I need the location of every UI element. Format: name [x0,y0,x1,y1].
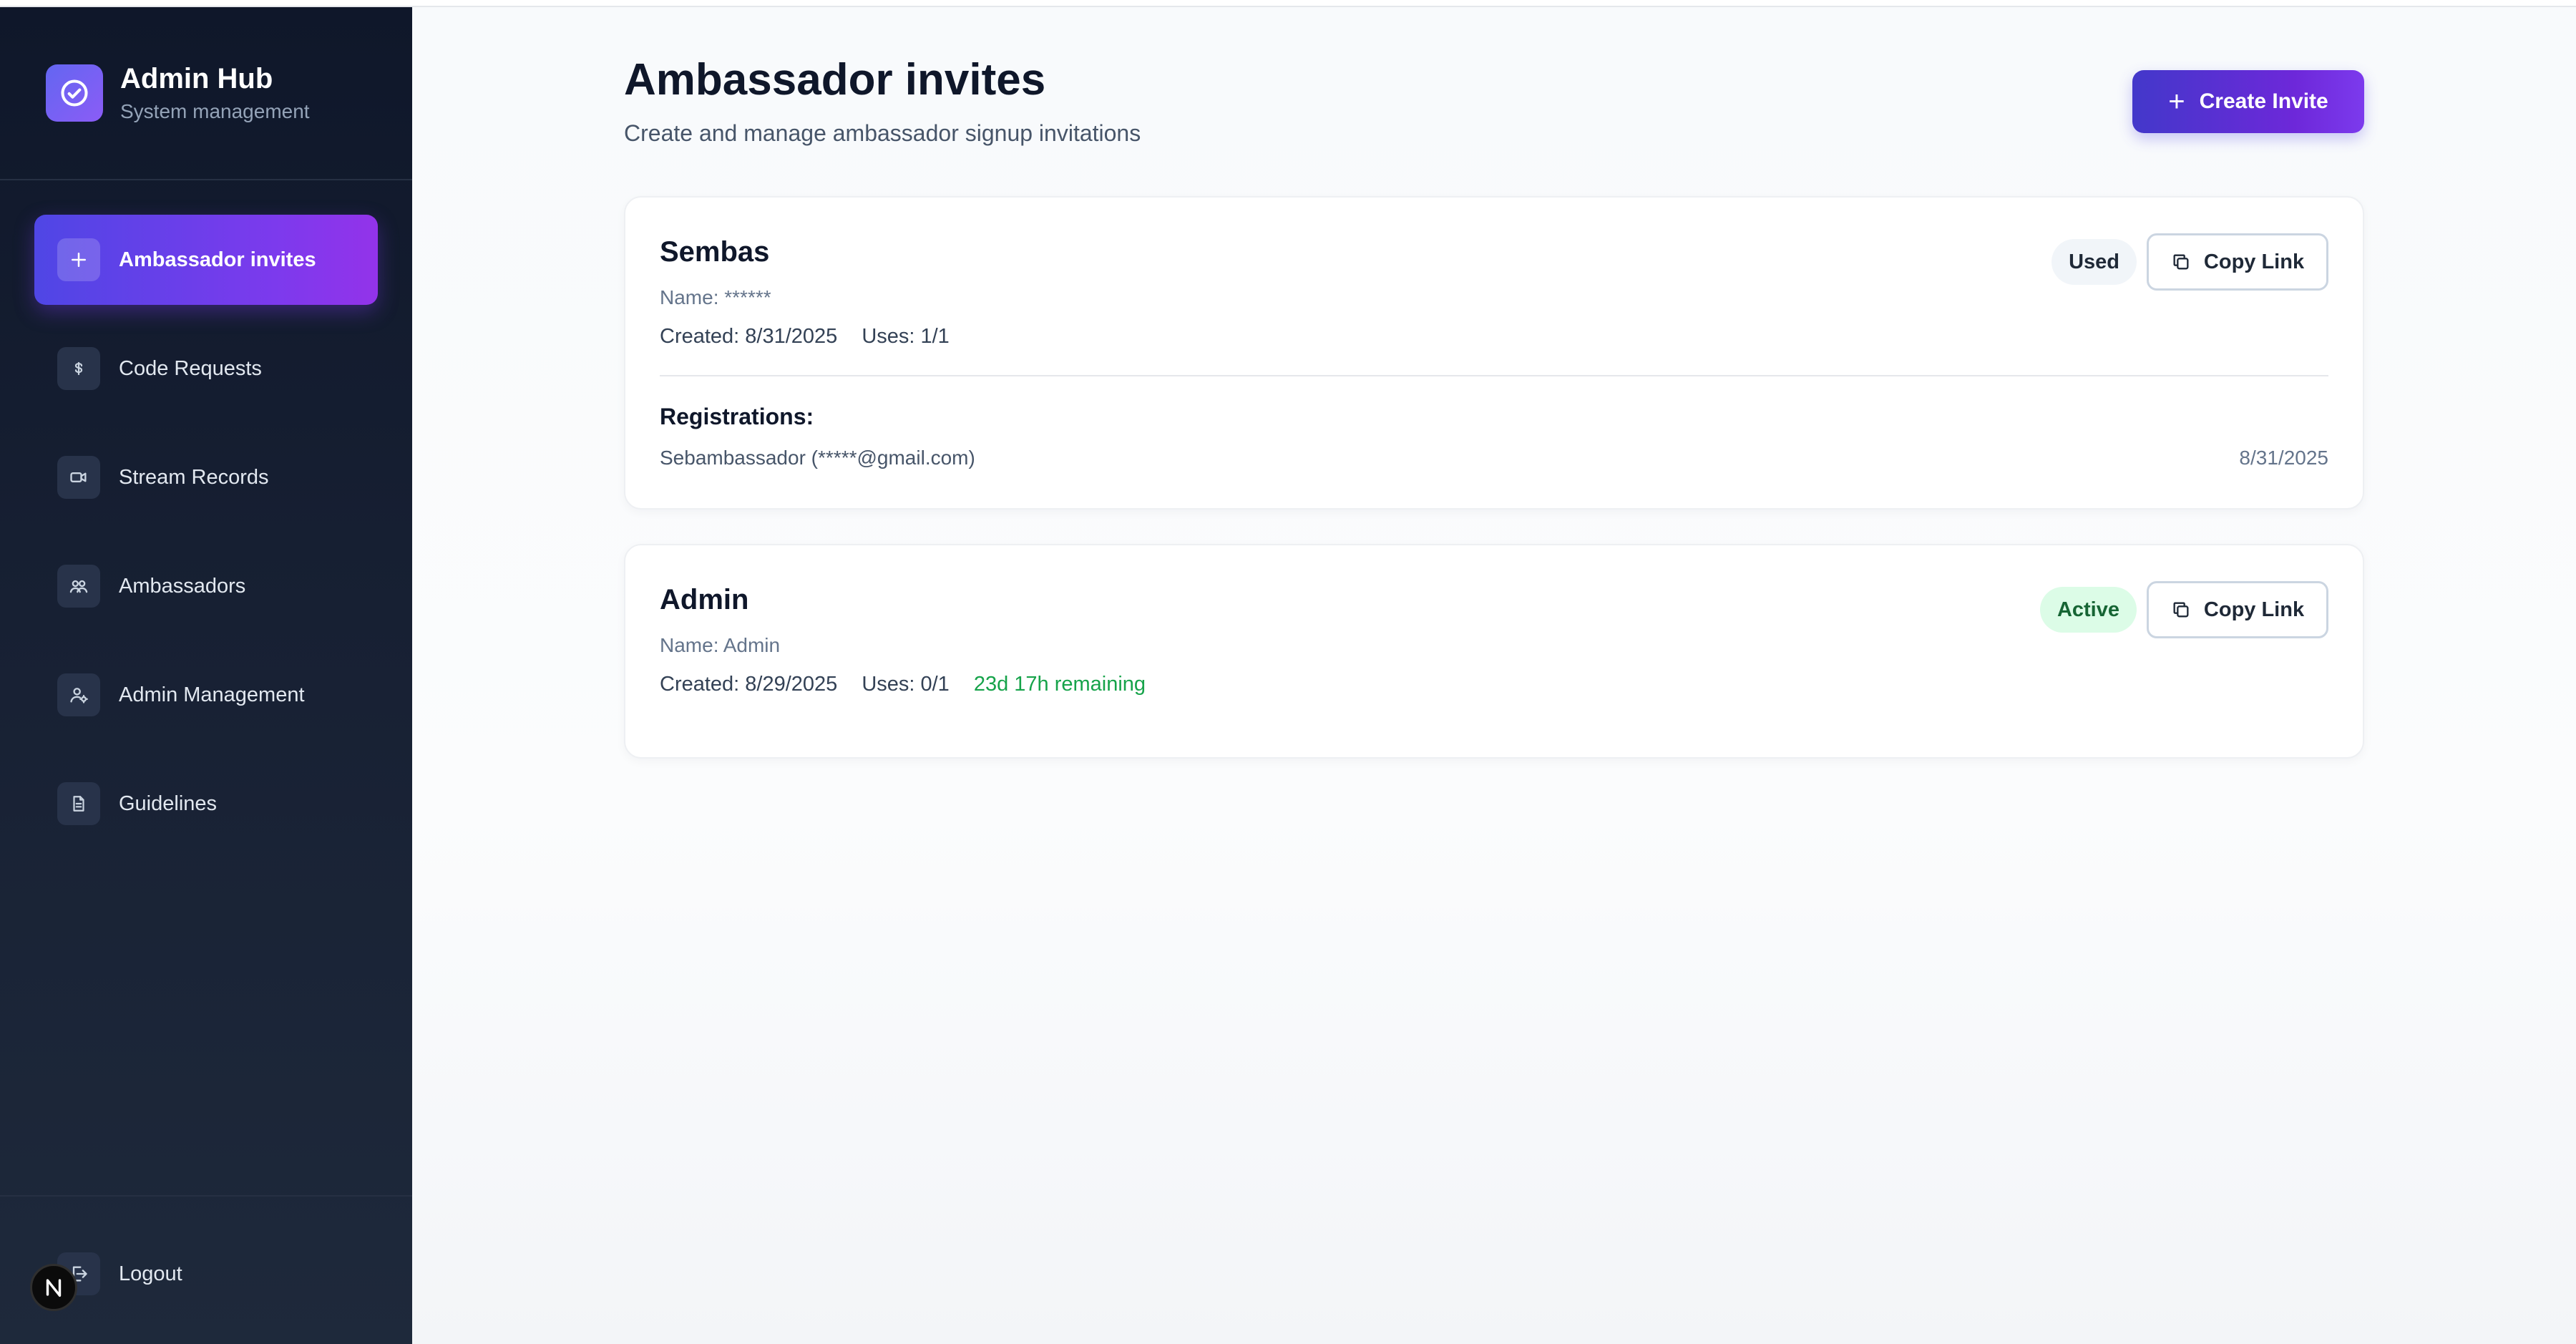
sidebar-item-label: Stream Records [119,465,269,489]
invite-name: Name: Admin [660,634,781,656]
plus-icon: + [2168,86,2185,117]
copy-link-label: Copy Link [2203,598,2305,621]
invite-created: Created: 8/29/2025 [660,673,838,696]
registration-date: 8/31/2025 [2239,447,2328,469]
main-content: Ambassador invites Create and manage amb… [412,7,2576,1344]
sidebar-item-ambassadors[interactable]: Ambassadors [34,541,378,631]
top-border [0,0,2576,7]
app-root: Admin Hub System management Ambassador i… [0,0,2576,1344]
sidebar-item-label: Code Requests [119,356,262,380]
check-circle-icon [46,64,103,122]
sidebar: Admin Hub System management Ambassador i… [0,7,412,1344]
invite-created: Created: 8/31/2025 [660,325,838,348]
logout-label: Logout [119,1262,182,1285]
time-remaining: 23d 17h remaining [973,673,1146,696]
copy-link-button[interactable]: Copy Link [2147,233,2328,291]
brand: Admin Hub System management [46,60,310,126]
sidebar-item-ambassador-invites[interactable]: Ambassador invites [34,215,378,305]
sidebar-item-admin-management[interactable]: Admin Management [34,650,378,740]
invite-uses: Uses: 0/1 [862,673,950,696]
invite-name: Name: ****** [660,286,771,308]
status-badge: Active [2039,587,2137,633]
sidebar-item-label: Guidelines [119,792,218,815]
copy-link-button[interactable]: Copy Link [2147,581,2328,638]
invite-uses: Uses: 1/1 [862,325,950,348]
invite-title: Admin [660,584,749,615]
invite-card: Admin Name: Admin Created: 8/29/2025 Use… [624,544,2364,759]
video-icon [57,456,100,499]
document-icon [57,782,100,825]
copy-icon [2173,602,2189,618]
plus-icon [57,238,100,281]
sidebar-nav: Ambassador invites Code Requests Stream … [34,215,378,867]
invite-title: Sembas [660,236,770,268]
divider [660,375,2328,376]
registration-user: Sebambassador (*****@gmail.com) [660,447,975,469]
create-invite-button[interactable]: + Create Invite [2132,70,2364,133]
invite-card: Sembas Name: ****** Created: 8/31/2025 U… [624,196,2364,510]
sidebar-item-guidelines[interactable]: Guidelines [34,759,378,849]
sidebar-item-label: Ambassadors [119,574,246,598]
divider [0,1195,412,1197]
sidebar-item-code-requests[interactable]: Code Requests [34,323,378,414]
brand-text: Admin Hub System management [120,62,310,125]
sidebar-item-label: Admin Management [119,683,305,706]
sidebar-item-label: Ambassador invites [119,248,316,271]
status-badge: Used [2051,239,2137,285]
copy-link-label: Copy Link [2203,250,2305,273]
users-icon [57,565,100,608]
page-title: Ambassador invites [624,55,1046,104]
page-subtitle: Create and manage ambassador signup invi… [624,120,1141,146]
brand-subtitle: System management [120,100,310,122]
invite-meta: Created: 8/29/2025 Uses: 0/1 23d 17h rem… [660,673,1170,696]
sidebar-item-stream-records[interactable]: Stream Records [34,432,378,522]
registrations-heading: Registrations: [660,404,814,429]
user-cog-icon [57,673,100,716]
dollar-icon [57,347,100,390]
create-invite-label: Create Invite [2199,89,2328,113]
next-dev-badge[interactable] [30,1264,77,1311]
copy-icon [2173,254,2189,270]
brand-title: Admin Hub [120,63,273,94]
divider [0,179,412,180]
invite-meta: Created: 8/31/2025 Uses: 1/1 [660,325,974,349]
